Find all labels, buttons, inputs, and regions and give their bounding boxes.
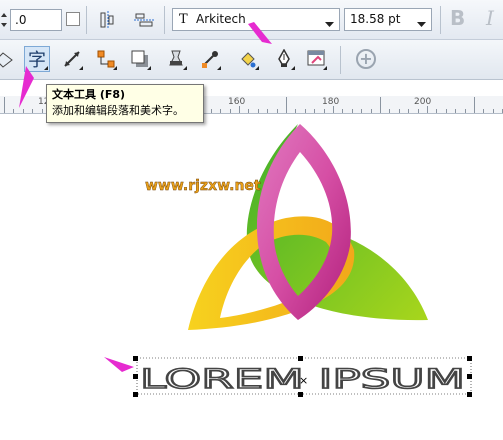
transparency-tool-icon[interactable]	[164, 47, 188, 71]
ruler-tick	[455, 109, 457, 113]
ruler-tick	[342, 109, 344, 113]
ruler-tick	[257, 109, 259, 113]
outline-pen-tool-icon[interactable]	[272, 47, 296, 71]
ruler-tick	[41, 109, 43, 113]
align-vertical-icon[interactable]	[96, 8, 120, 32]
eyedropper-tool-icon[interactable]	[198, 47, 222, 71]
ruler-tick	[323, 109, 325, 113]
selection-handle[interactable]	[467, 374, 472, 379]
selection-handle[interactable]	[133, 374, 138, 379]
ruler-tick	[474, 97, 475, 113]
ruler-tick	[398, 109, 400, 113]
dimension-tool-icon[interactable]	[60, 47, 84, 71]
connector-tool-icon[interactable]	[94, 47, 118, 71]
selection-handle[interactable]	[298, 392, 303, 397]
ruler-tick	[286, 97, 287, 113]
ruler-tick	[370, 109, 372, 113]
fill-tool-icon[interactable]	[236, 47, 260, 71]
drawing-canvas[interactable]: www.rjzxw.net LOREM IPSUM ×	[0, 114, 503, 440]
annotation-arrow-icon	[19, 66, 34, 108]
shape-tool-icon[interactable]	[0, 48, 16, 72]
center-marker-icon: ×	[299, 374, 308, 387]
logo-graphic[interactable]	[188, 124, 428, 330]
ruler-tick	[389, 109, 391, 113]
font-type-icon: T	[179, 12, 188, 27]
ruler-label: 200	[414, 97, 432, 107]
bold-button[interactable]: B	[450, 6, 465, 30]
ruler-tick	[276, 109, 278, 113]
ruler-tick	[314, 109, 316, 113]
selection-handle[interactable]	[133, 392, 138, 397]
selected-text-object[interactable]: LOREM IPSUM ×	[136, 357, 472, 396]
ruler-tick	[229, 109, 231, 113]
ruler-tick	[417, 109, 419, 113]
ruler-tick	[380, 97, 381, 113]
chevron-down-icon[interactable]	[417, 17, 426, 31]
ruler-tick	[436, 109, 438, 113]
ruler-tick	[492, 109, 494, 113]
italic-button[interactable]: I	[486, 6, 494, 30]
ruler-tick	[361, 109, 363, 113]
ruler-tick	[248, 109, 250, 113]
ruler-tick	[333, 106, 334, 113]
ruler-tick	[13, 109, 15, 113]
ruler-tick	[267, 109, 269, 113]
value-field[interactable]: .0	[10, 9, 62, 31]
tooltip-description: 添加和编辑段落和美术字。	[52, 104, 184, 117]
ruler-tick	[464, 109, 466, 113]
ruler-tick	[4, 97, 5, 113]
ruler-tick	[220, 109, 222, 113]
add-icon: +	[356, 49, 376, 69]
drop-shadow-tool-icon[interactable]	[128, 47, 152, 71]
ruler-tick	[427, 106, 428, 113]
ruler-tick	[304, 109, 306, 113]
add-toolbar-button[interactable]: +	[354, 47, 378, 71]
interactive-fill-tool-icon[interactable]	[304, 47, 328, 71]
font-size-value: 18.58 pt	[350, 12, 401, 26]
ruler-tick	[210, 109, 212, 113]
tooltip: 文本工具 (F8) 添加和编辑段落和美术字。	[46, 84, 204, 123]
ruler-tick	[483, 109, 485, 113]
ruler-tick	[351, 109, 353, 113]
font-size-dropdown[interactable]: 18.58 pt	[344, 8, 432, 31]
ruler-tick	[445, 109, 447, 113]
spin-up-icon[interactable]	[0, 11, 8, 29]
ruler-label: 160	[228, 97, 246, 107]
ruler-label: 180	[322, 97, 340, 107]
chevron-down-icon[interactable]	[325, 17, 334, 31]
ruler-tick	[295, 109, 297, 113]
ruler-tick	[239, 106, 240, 113]
align-horizontal-icon[interactable]	[132, 8, 156, 32]
annotation-arrow-icon	[104, 357, 134, 372]
selection-handle[interactable]	[467, 356, 472, 361]
selection-handle[interactable]	[133, 356, 138, 361]
tooltip-title: 文本工具 (F8)	[52, 88, 126, 101]
watermark-text: www.rjzxw.net	[145, 178, 261, 194]
selection-handle[interactable]	[298, 356, 303, 361]
annotation-arrow-icon	[248, 22, 272, 44]
selection-handle[interactable]	[467, 392, 472, 397]
mirror-icon[interactable]	[66, 12, 80, 26]
font-name-value: Arkitech	[196, 12, 246, 26]
ruler-tick	[408, 109, 410, 113]
